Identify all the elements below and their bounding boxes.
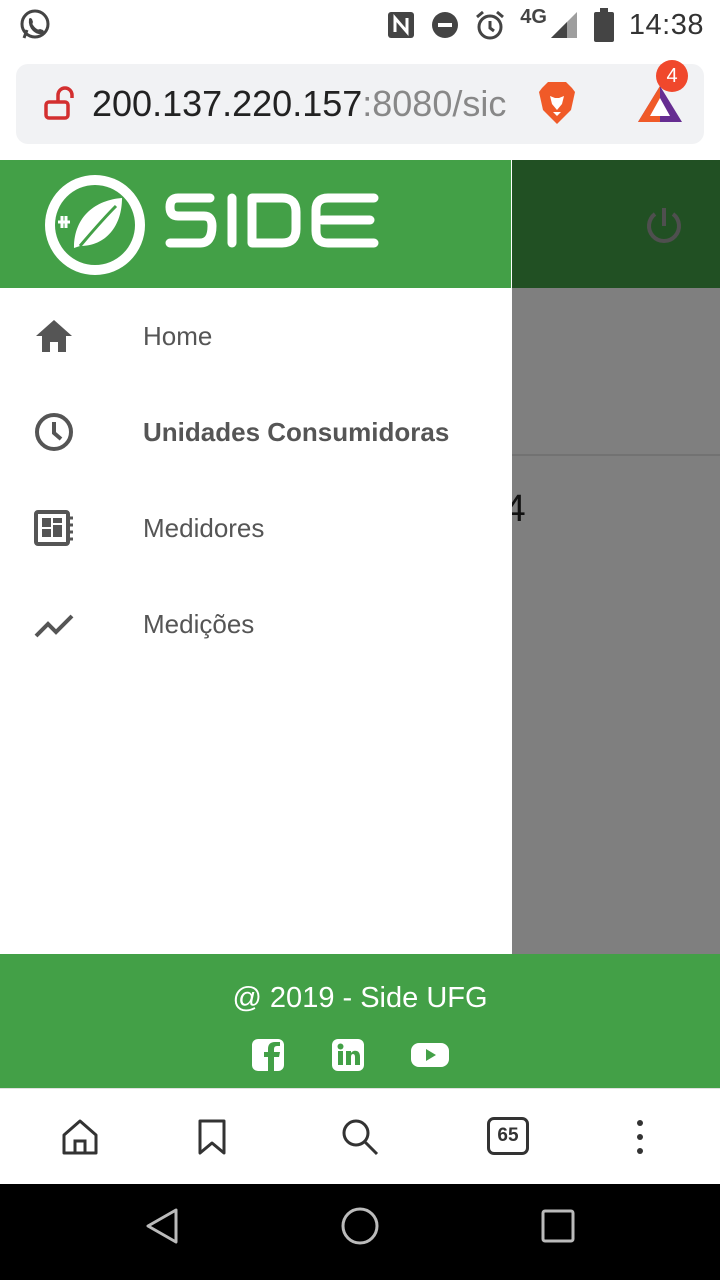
brave-shield-icon[interactable] [536, 80, 578, 126]
clock-icon [35, 413, 73, 451]
menu-item-label: Home [143, 321, 213, 351]
menu-item-unidades-consumidoras[interactable]: Unidades Consumidoras [0, 384, 512, 480]
status-icons: 4G 14:38 [386, 0, 704, 50]
unlocked-icon[interactable] [44, 86, 76, 122]
home-icon[interactable] [60, 1117, 100, 1157]
social-links [250, 1038, 450, 1072]
status-time: 14:38 [628, 8, 704, 41]
url-path: :8080/sic [362, 83, 507, 124]
side-logo-icon [45, 175, 145, 275]
menu-item-medidores[interactable]: Medidores [0, 480, 512, 576]
whatsapp-icon [20, 9, 50, 39]
trending-icon [34, 614, 74, 638]
home-icon [36, 320, 72, 352]
back-icon[interactable] [142, 1206, 182, 1246]
nav-drawer: Home Unidades Consumidoras Medidores Med… [0, 160, 512, 954]
linkedin-icon[interactable] [330, 1038, 366, 1072]
status-bar: 4G 14:38 [0, 0, 720, 50]
drawer-menu: Home Unidades Consumidoras Medidores Med… [0, 288, 512, 672]
recents-icon[interactable] [538, 1206, 578, 1246]
tabs-button[interactable]: 65 [487, 1117, 529, 1155]
url-host: 200.137.220.157 [92, 83, 363, 124]
meter-icon [34, 510, 73, 546]
menu-item-label: Medidores [143, 513, 265, 543]
battery-icon [593, 8, 614, 42]
system-nav-bar [0, 1184, 720, 1280]
menu-item-medicoes[interactable]: Medições [0, 576, 512, 672]
menu-item-home[interactable]: Home [0, 288, 512, 384]
screen: 4G 14:38 200.137.220.157:8080/sic 4 Home… [0, 0, 720, 1280]
side-logo-text [165, 193, 379, 248]
youtube-icon[interactable] [410, 1038, 450, 1072]
more-icon[interactable] [620, 1117, 660, 1157]
menu-item-label: Unidades Consumidoras [143, 417, 450, 447]
signal-icon [550, 12, 577, 38]
url-text[interactable]: 200.137.220.157:8080/sic [92, 78, 528, 130]
drawer-header [0, 160, 511, 288]
browser-toolbar [0, 1088, 720, 1184]
search-icon[interactable] [340, 1117, 380, 1157]
url-bar[interactable]: 200.137.220.157:8080/sic 4 [16, 60, 704, 144]
alarm-icon [476, 10, 505, 40]
app-footer: @ 2019 - Side UFG [0, 954, 720, 1088]
do-not-disturb-icon [432, 12, 459, 38]
footer-text: @ 2019 - Side UFG [232, 982, 488, 1014]
menu-item-label: Medições [143, 609, 255, 639]
rewards-badge: 4 [656, 60, 688, 92]
home-circle-icon[interactable] [340, 1206, 380, 1246]
facebook-icon[interactable] [250, 1038, 286, 1072]
nfc-icon [388, 12, 415, 38]
network-type: 4G [520, 5, 547, 28]
bookmark-icon[interactable] [192, 1117, 232, 1157]
web-content: 71874 [0, 160, 720, 1088]
